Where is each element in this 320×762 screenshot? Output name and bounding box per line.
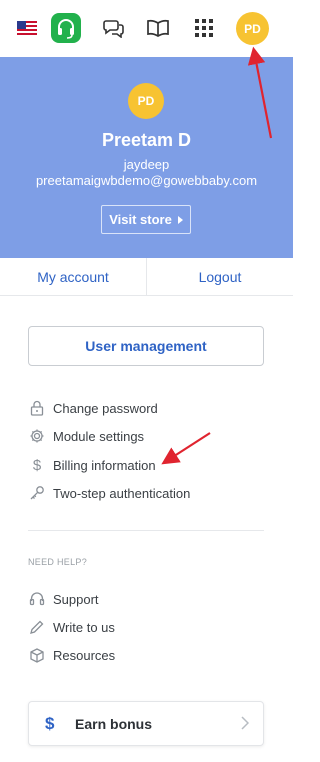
menu-item-label: Billing information	[53, 457, 156, 473]
menu-item-label: Module settings	[53, 428, 145, 444]
gear-icon	[28, 427, 46, 445]
divider	[28, 530, 264, 531]
account-links: My account Logout	[0, 258, 293, 296]
profile-header: PD Preetam D jaydeep preetamaigwbdemo@go…	[0, 57, 293, 258]
annotation-arrow-billing	[161, 432, 211, 465]
headset-icon[interactable]	[49, 11, 83, 45]
key-icon	[28, 484, 46, 502]
menu-item-module-settings[interactable]: Module settings	[28, 426, 144, 446]
help-item-label: Support	[53, 591, 99, 607]
dollar-icon: $	[32, 456, 42, 474]
chevron-right-icon	[241, 716, 250, 735]
help-item-support[interactable]: Support	[28, 589, 99, 609]
caret-right-icon	[177, 215, 183, 224]
avatar-button[interactable]: PD	[236, 12, 269, 45]
help-item-resources[interactable]: Resources	[28, 645, 115, 665]
user-username: jaydeep	[123, 157, 170, 172]
menu-item-two-step-authentication[interactable]: Two-step authentication	[28, 483, 190, 503]
help-item-label: Write to us	[53, 619, 115, 635]
user-name: Preetam D	[101, 130, 192, 150]
menu-item-label: Two-step authentication	[53, 485, 191, 501]
top-bar: PD	[0, 0, 293, 57]
chat-bubbles-icon[interactable]	[97, 11, 131, 45]
user-management-button[interactable]: User management	[28, 326, 264, 366]
menu-item-billing-information[interactable]: $ Billing information	[28, 455, 156, 475]
box-icon	[28, 646, 46, 664]
visit-store-label: Visit store	[109, 212, 172, 227]
earn-bonus-label: Earn bonus	[75, 715, 153, 732]
open-book-icon[interactable]	[141, 11, 175, 45]
headset-icon	[28, 590, 46, 608]
earn-bonus-card[interactable]: $ Earn bonus	[28, 701, 264, 746]
avatar: PD	[128, 83, 164, 119]
help-item-label: Resources	[53, 647, 116, 663]
apps-grid-icon[interactable]	[187, 11, 221, 45]
us-flag-icon[interactable]	[10, 11, 44, 45]
dollar-icon: $	[45, 713, 55, 733]
visit-store-button[interactable]: Visit store	[101, 205, 191, 234]
need-help-heading: NEED HELP?	[28, 557, 88, 567]
logout-link[interactable]: Logout	[147, 258, 293, 295]
menu-item-change-password[interactable]: Change password	[28, 398, 158, 418]
my-account-link[interactable]: My account	[0, 258, 147, 295]
menu-item-label: Change password	[53, 400, 158, 416]
help-item-write-to-us[interactable]: Write to us	[28, 617, 115, 637]
lock-icon	[28, 399, 46, 417]
pencil-icon	[28, 618, 46, 636]
user-email: preetamaigwbdemo@gowebbaby.com	[35, 173, 258, 188]
